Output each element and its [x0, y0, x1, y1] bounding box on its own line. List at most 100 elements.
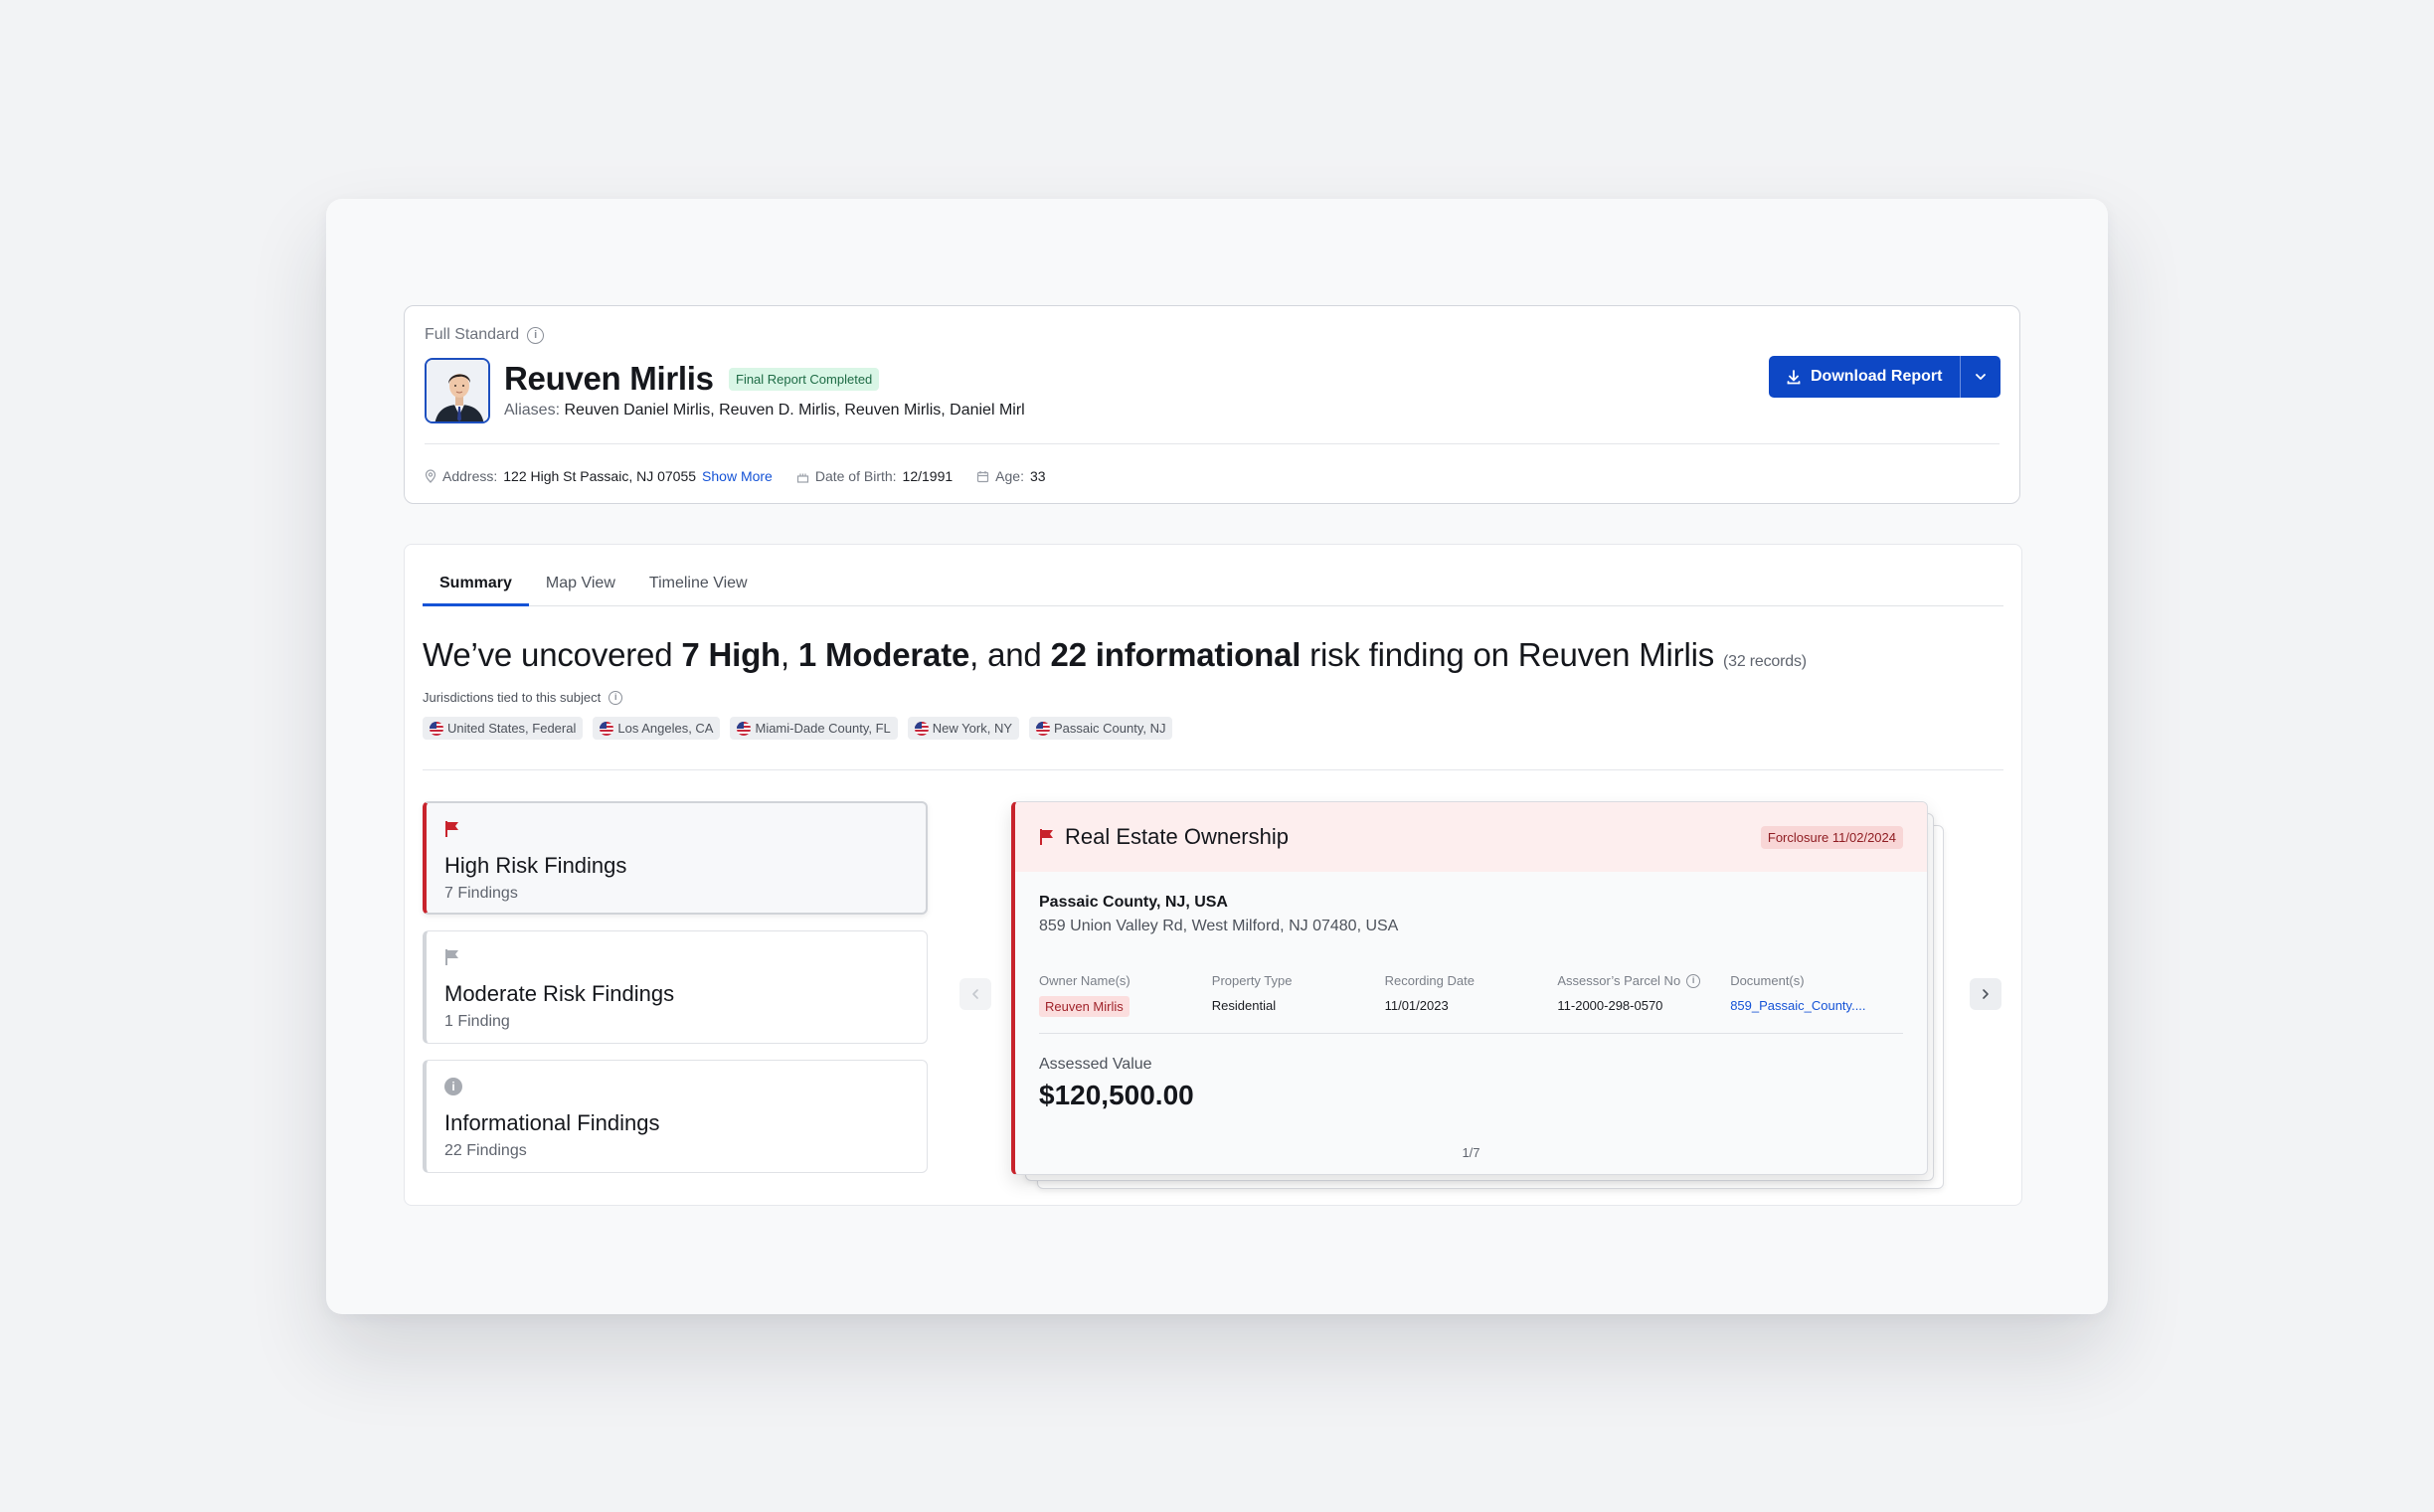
recording-date-label: Recording Date — [1384, 973, 1475, 988]
finding-count: 7 Findings — [444, 885, 518, 902]
address-item: Address: 122 High St Passaic, NJ 07055 S… — [425, 468, 773, 484]
records-count: (32 records) — [1723, 653, 1807, 670]
headline-sep-2: , and — [969, 636, 1051, 673]
high-risk-findings-card[interactable]: High Risk Findings 7 Findings — [423, 801, 928, 915]
jurisdiction-chip[interactable]: Miami-Dade County, FL — [730, 717, 898, 740]
chevron-left-icon — [972, 989, 978, 999]
owner-label: Owner Name(s) — [1039, 973, 1130, 988]
jurisdiction-chip[interactable]: New York, NY — [907, 717, 1019, 740]
subject-meta: Address: 122 High St Passaic, NJ 07055 S… — [425, 468, 1046, 484]
age-label: Age: — [995, 468, 1024, 484]
download-report-group: Download Report — [1769, 356, 2001, 398]
parcel-number-field: Assessor’s Parcel No i 11-2000-298-0570 — [1557, 973, 1730, 1017]
age-value: 33 — [1029, 468, 1046, 484]
jurisdiction-chips: United States, Federal Los Angeles, CA M… — [423, 717, 1173, 740]
chevron-right-icon — [1983, 989, 1989, 999]
jurisdiction-chip[interactable]: Passaic County, NJ — [1029, 717, 1173, 740]
previous-button[interactable] — [959, 978, 991, 1010]
download-options-button[interactable] — [1960, 356, 2001, 398]
location-address: 859 Union Valley Rd, West Milford, NJ 07… — [1039, 918, 1399, 934]
moderate-risk-findings-card[interactable]: Moderate Risk Findings 1 Finding — [423, 930, 928, 1044]
address-value: 122 High St Passaic, NJ 07055 — [503, 468, 697, 484]
jurisdictions-label: Jurisdictions tied to this subject i — [423, 690, 623, 705]
tab-map-view[interactable]: Map View — [529, 567, 632, 606]
status-badge: Final Report Completed — [729, 368, 880, 391]
us-flag-icon — [914, 721, 929, 736]
finding-count: 1 Finding — [444, 1013, 510, 1030]
info-icon[interactable]: i — [1686, 973, 1701, 988]
owner-name-chip[interactable]: Reuven Mirlis — [1039, 996, 1130, 1017]
next-button[interactable] — [1970, 978, 2001, 1010]
red-flag-icon — [1040, 829, 1053, 845]
us-flag-icon — [1036, 721, 1050, 736]
location-name: Passaic County, NJ, USA — [1039, 894, 1228, 911]
headline-moderate-count: 1 Moderate — [797, 636, 970, 673]
age-item: Age: 33 — [976, 468, 1046, 484]
person-portrait-icon — [427, 360, 488, 421]
dob-value: 12/1991 — [902, 468, 954, 484]
documents-field: Document(s) 859_Passaic_County.... — [1730, 973, 1903, 1017]
tab-timeline-view[interactable]: Timeline View — [632, 567, 765, 606]
info-icon[interactable]: i — [608, 690, 623, 705]
avatar — [425, 358, 490, 423]
recording-date-value: 11/01/2023 — [1384, 998, 1449, 1013]
info-icon: i — [444, 1078, 462, 1095]
report-type-label: Full Standard — [425, 326, 520, 343]
jurisdiction-chip-label: Miami-Dade County, FL — [755, 721, 891, 736]
foreclosure-badge: Forclosure 11/02/2024 — [1760, 825, 1903, 849]
parcel-number-value: 11-2000-298-0570 — [1557, 998, 1663, 1013]
headline-suffix: risk finding on Reuven Mirlis — [1301, 636, 1724, 673]
headline-informational-count: 22 informational — [1050, 636, 1302, 673]
property-type-value: Residential — [1211, 998, 1277, 1013]
headline-sep-1: , — [780, 636, 798, 673]
divider — [423, 769, 2003, 770]
divider — [425, 443, 1999, 444]
recording-date-field: Recording Date 11/01/2023 — [1385, 973, 1558, 1017]
property-fields: Owner Name(s) Reuven Mirlis Property Typ… — [1039, 973, 1903, 1034]
us-flag-icon — [600, 721, 614, 736]
tab-summary[interactable]: Summary — [423, 567, 529, 606]
aliases-value: Reuven Daniel Mirlis, Reuven D. Mirlis, … — [564, 402, 1025, 419]
app-window: Full Standard i Reuven Mirlis Final Repo… — [326, 199, 2108, 1314]
documents-label: Document(s) — [1730, 973, 1805, 988]
calendar-icon — [977, 470, 989, 482]
finding-title: Informational Findings — [444, 1110, 660, 1135]
finding-title: Moderate Risk Findings — [444, 981, 675, 1006]
dob-item: Date of Birth: 12/1991 — [796, 468, 953, 484]
jurisdiction-chip-label: United States, Federal — [447, 721, 577, 736]
property-type-label: Property Type — [1211, 973, 1293, 988]
finding-detail-header: Real Estate Ownership Forclosure 11/02/2… — [1015, 802, 1927, 872]
download-icon — [1787, 369, 1801, 384]
location-pin-icon — [425, 469, 436, 483]
jurisdiction-chip-label: Passaic County, NJ — [1054, 721, 1166, 736]
download-report-button[interactable]: Download Report — [1769, 356, 1961, 398]
us-flag-icon — [430, 721, 443, 736]
jurisdictions-label-text: Jurisdictions tied to this subject — [423, 690, 602, 705]
us-flag-icon — [737, 721, 752, 736]
show-more-link[interactable]: Show More — [702, 468, 773, 484]
finding-detail-body: Passaic County, NJ, USA 859 Union Valley… — [1015, 872, 1927, 1111]
chevron-down-icon — [1976, 374, 1987, 380]
assessed-value: $120,500.00 — [1039, 1080, 1194, 1110]
address-label: Address: — [442, 468, 498, 484]
gray-flag-icon — [445, 949, 458, 965]
report-type: Full Standard i — [425, 326, 545, 344]
jurisdiction-chip[interactable]: Los Angeles, CA — [593, 717, 721, 740]
jurisdiction-chip[interactable]: United States, Federal — [423, 717, 584, 740]
headline-high-count: 7 High — [681, 636, 781, 673]
aliases: Aliases: Reuven Daniel Mirlis, Reuven D.… — [504, 402, 1025, 420]
subject-header-card: Full Standard i Reuven Mirlis Final Repo… — [404, 305, 2020, 504]
headline-prefix: We’ve uncovered — [423, 636, 682, 673]
risk-summary-headline: We’ve uncovered 7 High, 1 Moderate, and … — [423, 636, 1807, 674]
finding-detail-title: Real Estate Ownership — [1065, 824, 1289, 849]
pagination-indicator: 1/7 — [1462, 1145, 1480, 1160]
info-icon[interactable]: i — [527, 326, 545, 344]
cake-icon — [796, 473, 808, 483]
document-link[interactable]: 859_Passaic_County.... — [1730, 998, 1903, 1013]
parcel-number-label-text: Assessor’s Parcel No — [1557, 973, 1681, 988]
finding-count: 22 Findings — [444, 1142, 527, 1159]
subject-name: Reuven Mirlis — [504, 360, 714, 397]
red-flag-icon — [445, 821, 458, 837]
jurisdiction-chip-label: New York, NY — [932, 721, 1012, 736]
informational-findings-card[interactable]: i Informational Findings 22 Findings — [423, 1060, 928, 1173]
